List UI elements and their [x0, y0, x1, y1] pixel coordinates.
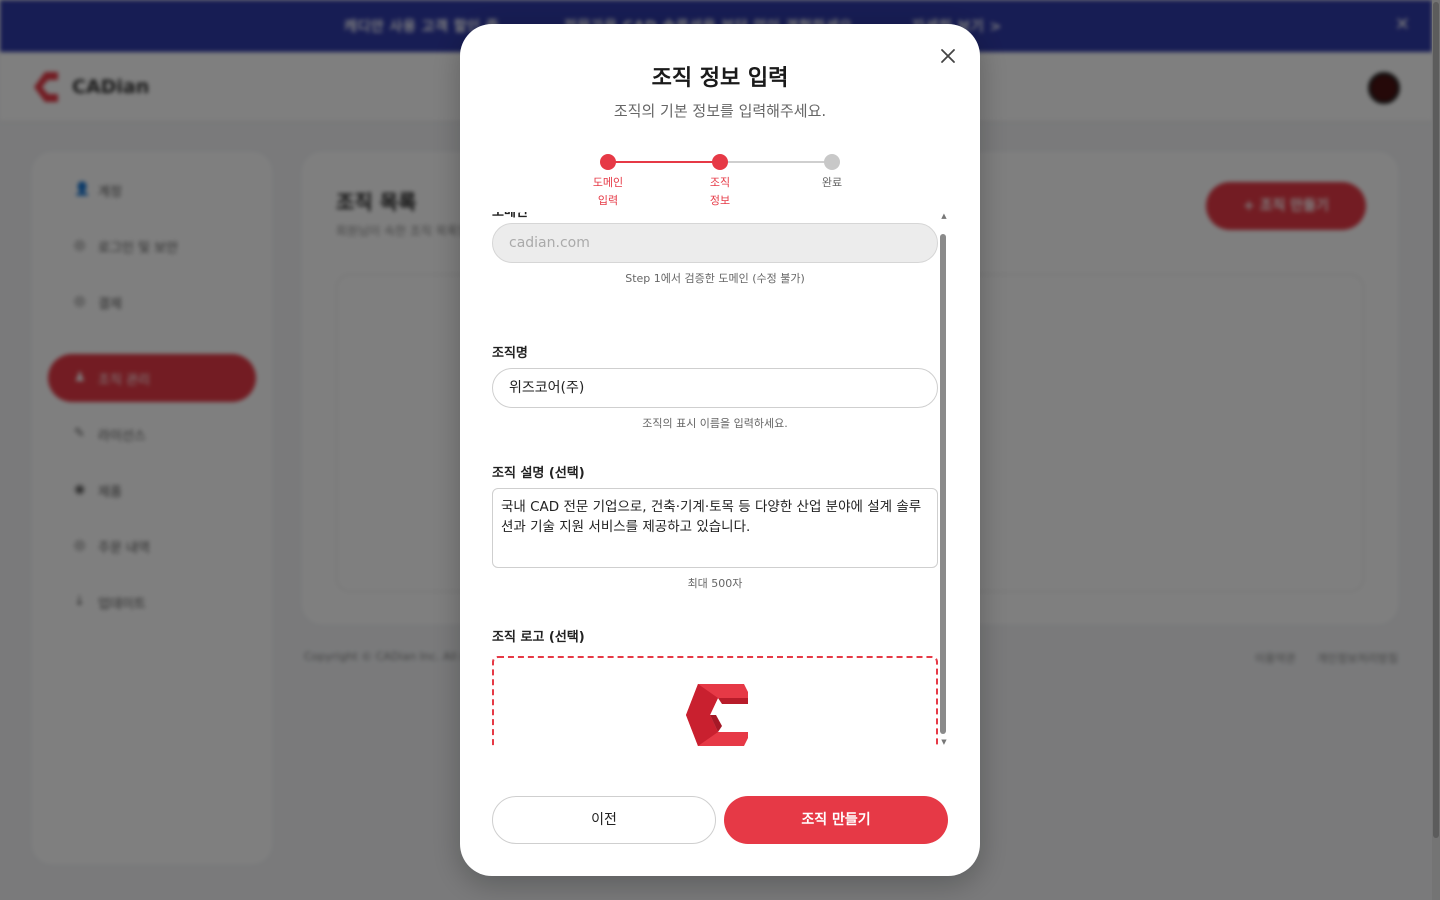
step-1-label-line2: 입력 [597, 194, 619, 207]
step-2-dot [712, 154, 728, 170]
previous-button[interactable]: 이전 [492, 796, 716, 844]
domain-label: 도메인 [492, 212, 528, 220]
step-2-label-line1: 조직 [709, 176, 731, 189]
org-name-label: 조직명 [492, 346, 528, 361]
org-name-help: 조직의 표시 이름을 입력하세요. [642, 417, 788, 430]
org-description-label: 조직 설명 (선택) [492, 466, 585, 481]
scroll-down-arrow-icon[interactable]: ▼ [940, 738, 948, 746]
create-organization-modal: 조직 정보 입력 조직의 기본 정보를 입력해주세요. 도메인 입력 조직 정보… [460, 24, 980, 876]
step-1-label: 도메인 입력 [578, 174, 638, 210]
create-organization-submit-button[interactable]: 조직 만들기 [724, 796, 948, 844]
modal-scrollbar-thumb[interactable] [940, 234, 946, 734]
step-connector-done [608, 161, 720, 163]
modal-title: 조직 정보 입력 [651, 66, 789, 91]
step-connector-pending [720, 161, 832, 163]
domain-help: Step 1에서 검증한 도메인 (수정 불가) [625, 272, 805, 285]
step-2-label-line2: 정보 [709, 194, 731, 207]
uploaded-logo-preview [686, 684, 748, 746]
step-3-label-line1: 완료 [821, 176, 843, 189]
org-description-textarea[interactable]: 국내 CAD 전문 기업으로, 건축·기계·토목 등 다양한 산업 분야에 설계… [492, 488, 938, 568]
step-1-label-line1: 도메인 [592, 176, 624, 189]
step-3-label: 완료 [802, 174, 862, 192]
logo-upload-dropzone[interactable] [492, 656, 938, 748]
org-description-help: 최대 500자 [687, 577, 743, 590]
org-name-input[interactable]: 위즈코어(주) [492, 368, 938, 408]
step-2-label: 조직 정보 [690, 174, 750, 210]
step-1-dot [600, 154, 616, 170]
domain-field: cadian.com [492, 223, 938, 263]
progress-stepper: 도메인 입력 조직 정보 완료 [580, 152, 860, 212]
modal-scrollbar[interactable]: ▲ ▼ [938, 212, 950, 748]
step-3-dot [824, 154, 840, 170]
org-logo-label: 조직 로고 (선택) [492, 630, 585, 645]
modal-subtitle: 조직의 기본 정보를 입력해주세요. [613, 102, 827, 120]
scroll-up-arrow-icon[interactable]: ▲ [940, 212, 948, 220]
modal-form-scroll-area[interactable]: 도메인 cadian.com Step 1에서 검증한 도메인 (수정 불가) … [492, 212, 948, 748]
